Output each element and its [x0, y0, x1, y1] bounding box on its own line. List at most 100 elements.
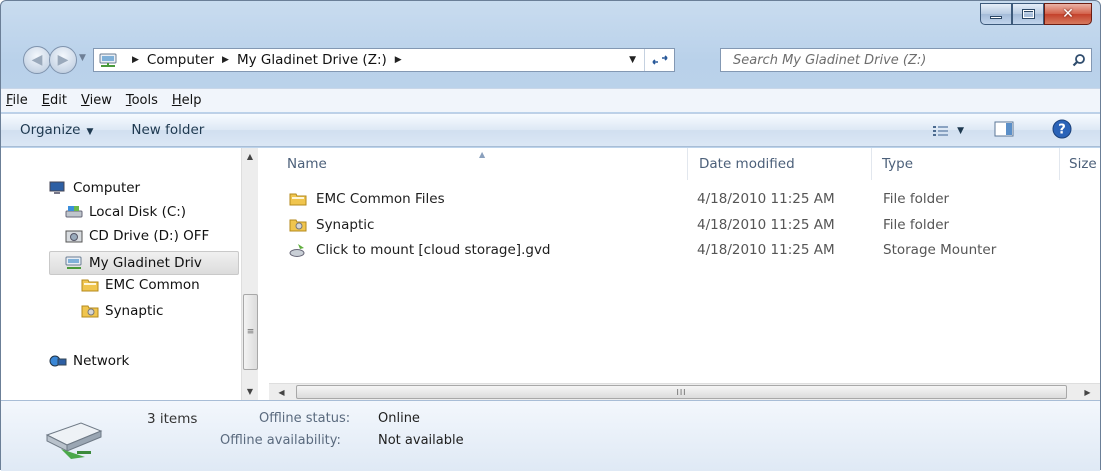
maximize-icon: [1021, 9, 1035, 19]
folder-icon: [289, 191, 307, 207]
new-folder-button[interactable]: New folder: [131, 122, 204, 138]
breadcrumb-chevron-icon[interactable]: ▶: [132, 55, 139, 65]
scroll-right-icon[interactable]: ▶: [1079, 384, 1096, 400]
breadcrumb: ▶ Computer ▶ My Gladinet Drive (Z:) ▶: [124, 52, 410, 68]
organize-label: Organize: [20, 122, 81, 138]
breadcrumb-chevron-icon[interactable]: ▶: [395, 55, 402, 65]
nav-scroll-thumb[interactable]: ≡: [243, 294, 258, 370]
refresh-button[interactable]: [644, 49, 674, 71]
menu-help[interactable]: Help: [172, 93, 202, 108]
forward-arrow-icon: ▶: [57, 52, 69, 68]
scroll-down-icon[interactable]: ▼: [242, 383, 258, 400]
file-type: Storage Mounter: [883, 242, 997, 258]
back-button[interactable]: ◀: [23, 46, 51, 74]
file-row[interactable]: EMC Common Files 4/18/2010 11:25 AM File…: [289, 188, 1089, 210]
tree-item-synaptic[interactable]: Synaptic: [81, 303, 163, 319]
svg-text:?: ?: [1058, 123, 1066, 138]
change-view-button[interactable]: ▼: [933, 125, 964, 137]
column-header-date-modified[interactable]: Date modified: [699, 148, 795, 180]
tree-item-gladinet-drive[interactable]: My Gladinet Driv: [49, 251, 239, 275]
search-box[interactable]: [720, 48, 1092, 72]
folder-icon: [289, 217, 307, 233]
column-header-name[interactable]: Name: [287, 148, 327, 180]
caption-buttons: ✕: [980, 3, 1092, 25]
file-date: 4/18/2010 11:25 AM: [697, 242, 835, 258]
address-bar[interactable]: ▶ Computer ▶ My Gladinet Drive (Z:) ▶ ▼: [93, 48, 675, 72]
scroll-up-icon[interactable]: ▲: [242, 148, 258, 165]
folder-icon: [81, 303, 99, 319]
horizontal-scroll-thumb[interactable]: III: [296, 385, 1067, 399]
network-icon: [49, 353, 67, 369]
tree-label-computer: Computer: [73, 180, 141, 196]
scroll-left-icon[interactable]: ◀: [273, 384, 290, 400]
navigation-pane: Computer Local Disk (C:) CD Drive (D:) O…: [1, 148, 241, 400]
column-header-size[interactable]: Size: [1069, 148, 1097, 180]
column-divider[interactable]: [1059, 148, 1060, 180]
column-header-type[interactable]: Type: [882, 148, 913, 180]
item-count: 3 items: [147, 411, 198, 427]
column-divider[interactable]: [687, 148, 688, 180]
menu-bar: File Edit View Tools Help: [1, 88, 1100, 112]
breadcrumb-computer[interactable]: Computer: [147, 52, 214, 68]
hard-disk-icon: [65, 204, 83, 220]
organize-button[interactable]: Organize ▼: [20, 122, 93, 138]
scroll-grip: III: [676, 387, 687, 397]
details-view-icon: [933, 126, 949, 136]
file-type: File folder: [883, 217, 950, 233]
address-dropdown-icon[interactable]: ▼: [629, 55, 636, 65]
tree-item-computer[interactable]: Computer: [49, 180, 140, 196]
preview-pane-icon: [994, 121, 1014, 137]
menu-view[interactable]: View: [81, 93, 112, 108]
folder-icon: [81, 277, 99, 293]
forward-button[interactable]: ▶: [49, 46, 77, 74]
menu-tools[interactable]: Tools: [126, 93, 158, 108]
command-bar: Organize ▼ New folder ▼ ?: [1, 113, 1100, 147]
help-icon: ?: [1052, 119, 1072, 139]
back-arrow-icon: ◀: [31, 52, 43, 68]
mount-file-icon: [289, 242, 307, 258]
help-button[interactable]: ?: [1052, 119, 1072, 143]
network-drive-icon: [94, 52, 124, 68]
command-bar-right: ▼ ?: [933, 114, 1100, 148]
minimize-icon: [990, 15, 1002, 19]
offline-availability-label: Offline availability:: [220, 433, 341, 448]
file-row[interactable]: Synaptic 4/18/2010 11:25 AM File folder: [289, 214, 1089, 236]
tree-label-synaptic: Synaptic: [105, 303, 164, 319]
menu-edit[interactable]: Edit: [42, 93, 67, 108]
tree-label-network: Network: [73, 353, 130, 369]
tree-item-network[interactable]: Network: [49, 353, 129, 369]
offline-availability-value: Not available: [378, 433, 464, 448]
close-icon: ✕: [1062, 6, 1074, 22]
file-row[interactable]: Click to mount [cloud storage].gvd 4/18/…: [289, 239, 1089, 261]
file-name: Synaptic: [316, 217, 375, 233]
tree-item-cd-drive[interactable]: CD Drive (D:) OFF: [65, 228, 209, 244]
offline-status-label: Offline status:: [259, 411, 351, 426]
tree-label-gladinet-drive: My Gladinet Driv: [89, 255, 202, 271]
breadcrumb-gladinet-drive[interactable]: My Gladinet Drive (Z:): [237, 52, 387, 68]
recent-pages-dropdown[interactable]: ▼: [79, 53, 86, 63]
breadcrumb-chevron-icon[interactable]: ▶: [222, 55, 229, 65]
file-date: 4/18/2010 11:25 AM: [697, 191, 835, 207]
preview-pane-button[interactable]: [994, 121, 1014, 141]
file-list-pane: ▲ Name Date modified Type Size EMC Commo…: [269, 148, 1100, 400]
menu-file[interactable]: File: [6, 93, 28, 108]
search-icon[interactable]: [1067, 53, 1091, 67]
search-input[interactable]: [731, 50, 1067, 70]
title-bar: ✕: [1, 1, 1100, 41]
tree-item-emc-common[interactable]: EMC Common: [81, 277, 200, 293]
chevron-down-icon: ▼: [957, 126, 964, 136]
cd-drive-icon: [65, 228, 83, 244]
explorer-window: ✕ ◀ ▶ ▼ ▶ Computer ▶ My Gladinet Drive (…: [0, 0, 1101, 471]
refresh-icon: [651, 55, 668, 65]
close-button[interactable]: ✕: [1044, 3, 1092, 25]
minimize-button[interactable]: [980, 3, 1012, 25]
tree-label-cd-drive: CD Drive (D:) OFF: [89, 228, 210, 244]
file-list-horizontal-scrollbar[interactable]: ◀ III ▶: [269, 383, 1100, 400]
tree-item-local-disk[interactable]: Local Disk (C:): [65, 204, 186, 220]
file-name: Click to mount [cloud storage].gvd: [316, 242, 551, 258]
network-drive-icon: [65, 255, 83, 271]
nav-pane-scrollbar[interactable]: ▲ ≡ ▼: [241, 148, 258, 400]
maximize-button[interactable]: [1012, 3, 1044, 25]
chevron-down-icon: ▼: [86, 127, 94, 137]
column-divider[interactable]: [871, 148, 872, 180]
